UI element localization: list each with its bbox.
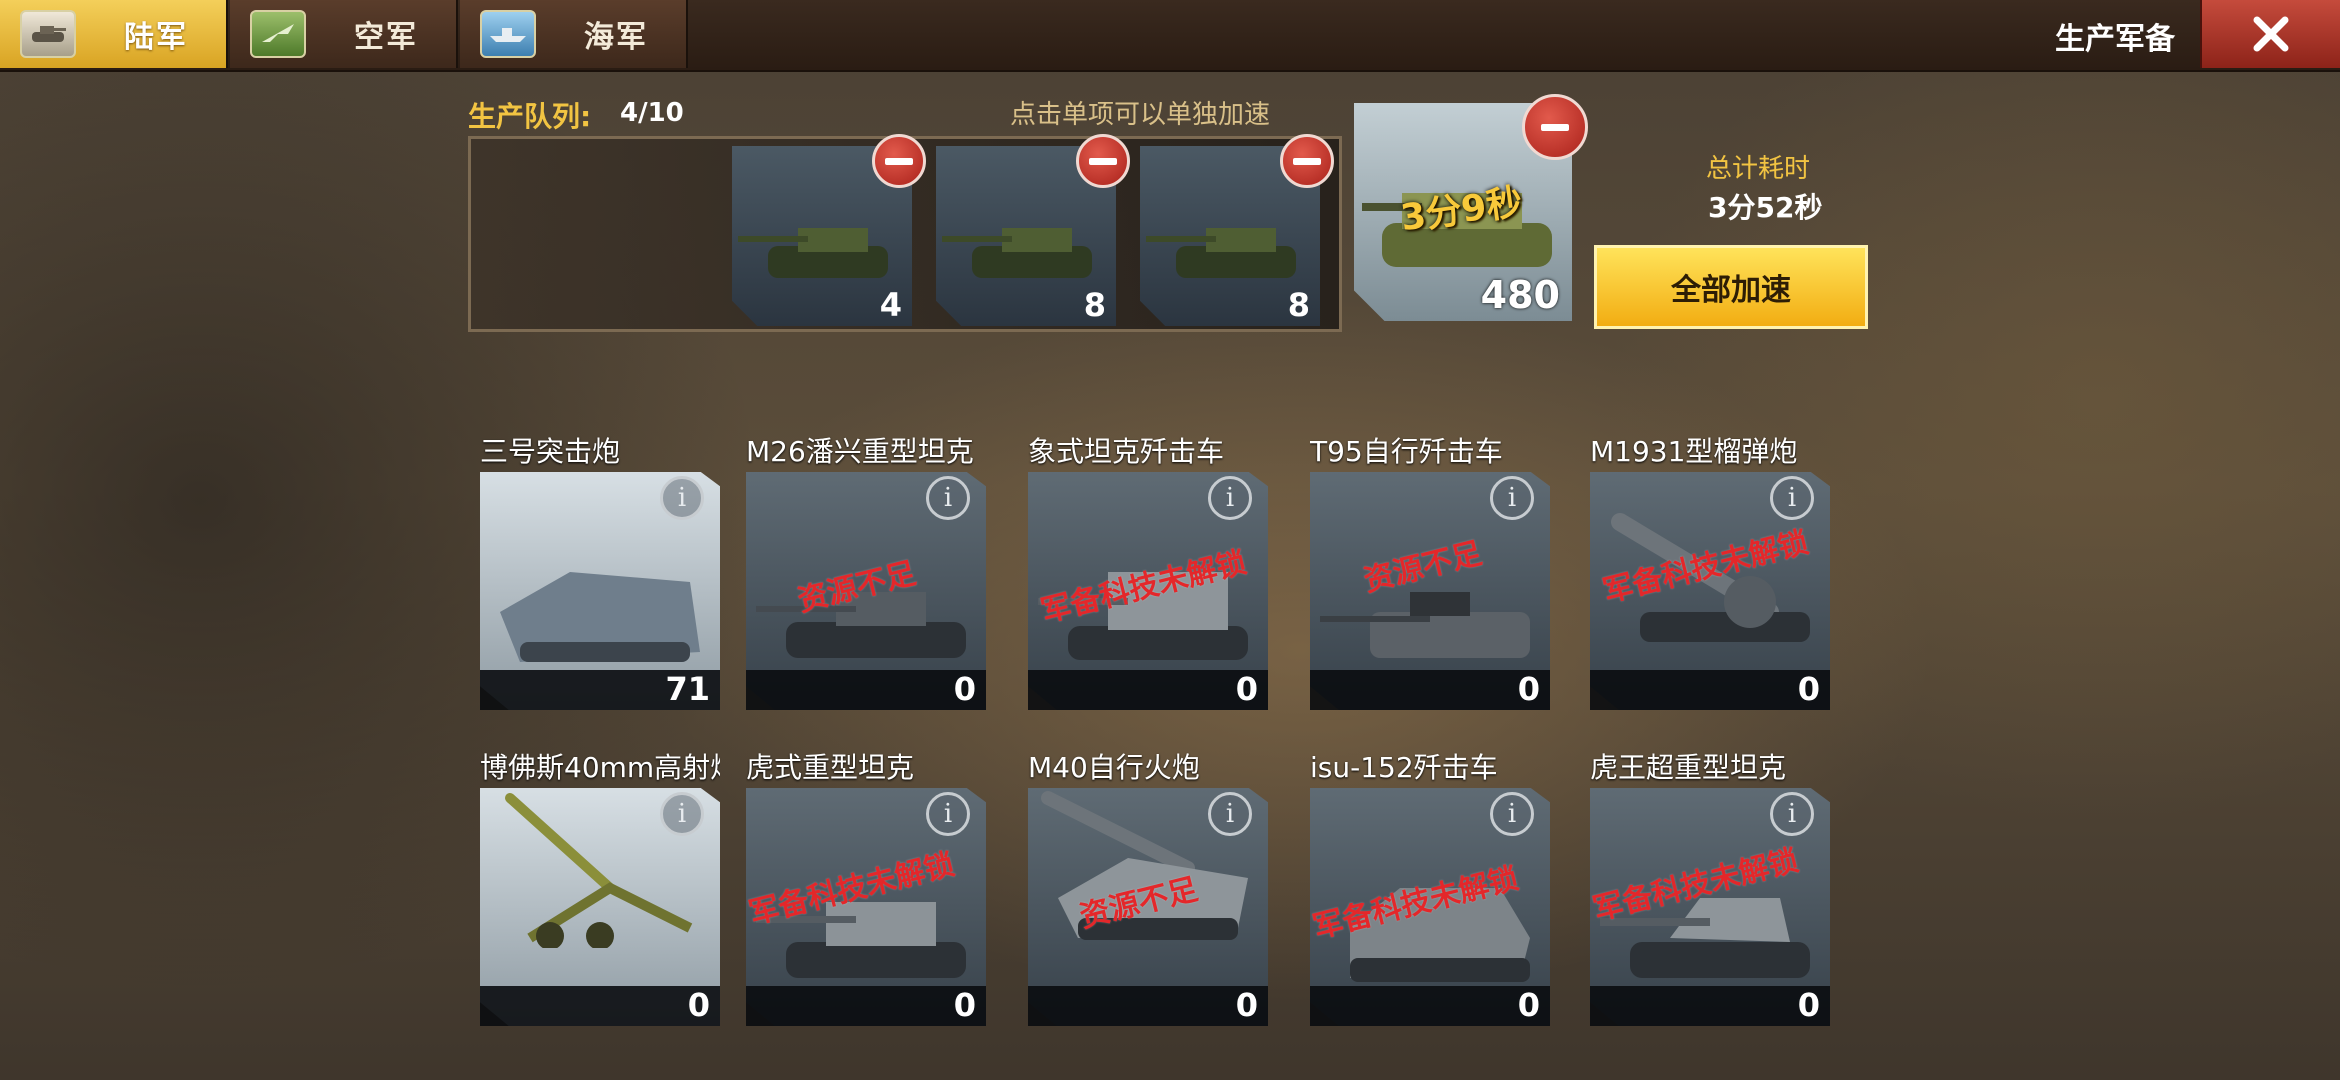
info-icon[interactable]: i (926, 792, 970, 836)
unit-name: M1931型榴弹炮 (1590, 432, 1830, 472)
unit-card[interactable]: T95自行歼击车 i 资源不足 0 (1310, 432, 1550, 710)
unit-quantity-bar (746, 986, 986, 1026)
close-icon (2253, 16, 2289, 52)
unit-quantity: 0 (687, 986, 710, 1024)
queue-hint: 点击单项可以单独加速 (1010, 100, 1271, 130)
unit-name: M40自行火炮 (1028, 748, 1268, 788)
info-icon[interactable]: i (1770, 476, 1814, 520)
plane-icon (250, 10, 306, 58)
tab-label: 海军 (584, 20, 648, 55)
unit-card[interactable]: 象式坦克歼击车 i 军备科技未解锁 0 (1028, 432, 1268, 710)
unit-quantity-bar (1028, 670, 1268, 710)
tab-label: 空军 (354, 20, 418, 55)
unit-card[interactable]: 三号突击炮 i 71 (480, 432, 720, 710)
unit-quantity: 0 (1517, 986, 1540, 1024)
unit-quantity-bar (1590, 670, 1830, 710)
tank-icon (942, 228, 1092, 278)
unit-name: 虎式重型坦克 (746, 748, 986, 788)
unit-name: M26潘兴重型坦克 (746, 432, 986, 472)
queue-item-quantity: 4 (879, 286, 902, 324)
info-icon[interactable]: i (1208, 476, 1252, 520)
unit-quantity: 0 (1235, 986, 1258, 1024)
unit-card[interactable]: 博佛斯40mm高射炮 i 0 (480, 748, 720, 1026)
unit-card[interactable]: isu-152歼击车 i 军备科技未解锁 0 (1310, 748, 1550, 1026)
unit-name: 虎王超重型坦克 (1590, 748, 1830, 788)
tab-army[interactable]: 陆军 (0, 0, 228, 68)
unit-card[interactable]: M26潘兴重型坦克 i 资源不足 0 (746, 432, 986, 710)
unit-card[interactable]: 虎式重型坦克 i 军备科技未解锁 0 (746, 748, 986, 1026)
remove-queue-item-button[interactable] (872, 134, 926, 188)
speed-up-all-button[interactable]: 全部加速 (1594, 245, 1868, 329)
unit-card[interactable]: M1931型榴弹炮 i 军备科技未解锁 0 (1590, 432, 1830, 710)
unit-quantity: 0 (1235, 670, 1258, 708)
unit-card[interactable]: 虎王超重型坦克 i 军备科技未解锁 0 (1590, 748, 1830, 1026)
unit-quantity: 0 (953, 670, 976, 708)
top-bar: 陆军 空军 海军 生产军备 (0, 0, 2340, 72)
unit-quantity: 0 (1797, 670, 1820, 708)
unit-quantity-bar (1310, 670, 1550, 710)
tank-icon (500, 572, 700, 662)
unit-quantity-bar (1590, 986, 1830, 1026)
close-button[interactable] (2200, 0, 2340, 68)
total-time-label: 总计耗时 (1706, 154, 1811, 184)
unit-quantity-bar (480, 986, 720, 1026)
total-time-value: 3分52秒 (1708, 191, 1823, 224)
info-icon[interactable]: i (1208, 792, 1252, 836)
tab-label: 陆军 (124, 20, 188, 55)
unit-name: 三号突击炮 (480, 432, 720, 472)
unit-quantity: 0 (1517, 670, 1540, 708)
info-icon[interactable]: i (660, 792, 704, 836)
queue-item-quantity: 8 (1083, 286, 1106, 324)
ship-icon (480, 10, 536, 58)
remove-queue-item-button[interactable] (1280, 134, 1334, 188)
tab-air-force[interactable]: 空军 (230, 0, 458, 68)
current-quantity: 480 (1480, 273, 1560, 317)
tank-icon (738, 228, 888, 278)
unit-quantity-bar (1028, 986, 1268, 1026)
unit-quantity: 0 (953, 986, 976, 1024)
info-icon[interactable]: i (660, 476, 704, 520)
unit-name: 象式坦克歼击车 (1028, 432, 1268, 472)
remove-current-button[interactable] (1522, 94, 1588, 160)
info-icon[interactable]: i (1490, 792, 1534, 836)
info-icon[interactable]: i (1770, 792, 1814, 836)
unit-quantity-bar (1310, 986, 1550, 1026)
unit-card[interactable]: M40自行火炮 i 资源不足 0 (1028, 748, 1268, 1026)
queue-item-quantity: 8 (1287, 286, 1310, 324)
queue-count: 4/10 (620, 98, 684, 128)
unit-name: isu-152歼击车 (1310, 748, 1550, 788)
unit-name: T95自行歼击车 (1310, 432, 1550, 472)
remove-queue-item-button[interactable] (1076, 134, 1130, 188)
info-icon[interactable]: i (1490, 476, 1534, 520)
tab-navy[interactable]: 海军 (460, 0, 688, 68)
tank-icon (20, 10, 76, 58)
unit-quantity: 0 (1797, 986, 1820, 1024)
tank-icon (1146, 228, 1296, 278)
page-title: 生产军备 (2055, 22, 2175, 57)
unit-quantity: 71 (665, 670, 710, 708)
unit-quantity-bar (746, 670, 986, 710)
unit-name: 博佛斯40mm高射炮 (480, 748, 720, 788)
info-icon[interactable]: i (926, 476, 970, 520)
queue-label: 生产队列: (468, 100, 592, 133)
